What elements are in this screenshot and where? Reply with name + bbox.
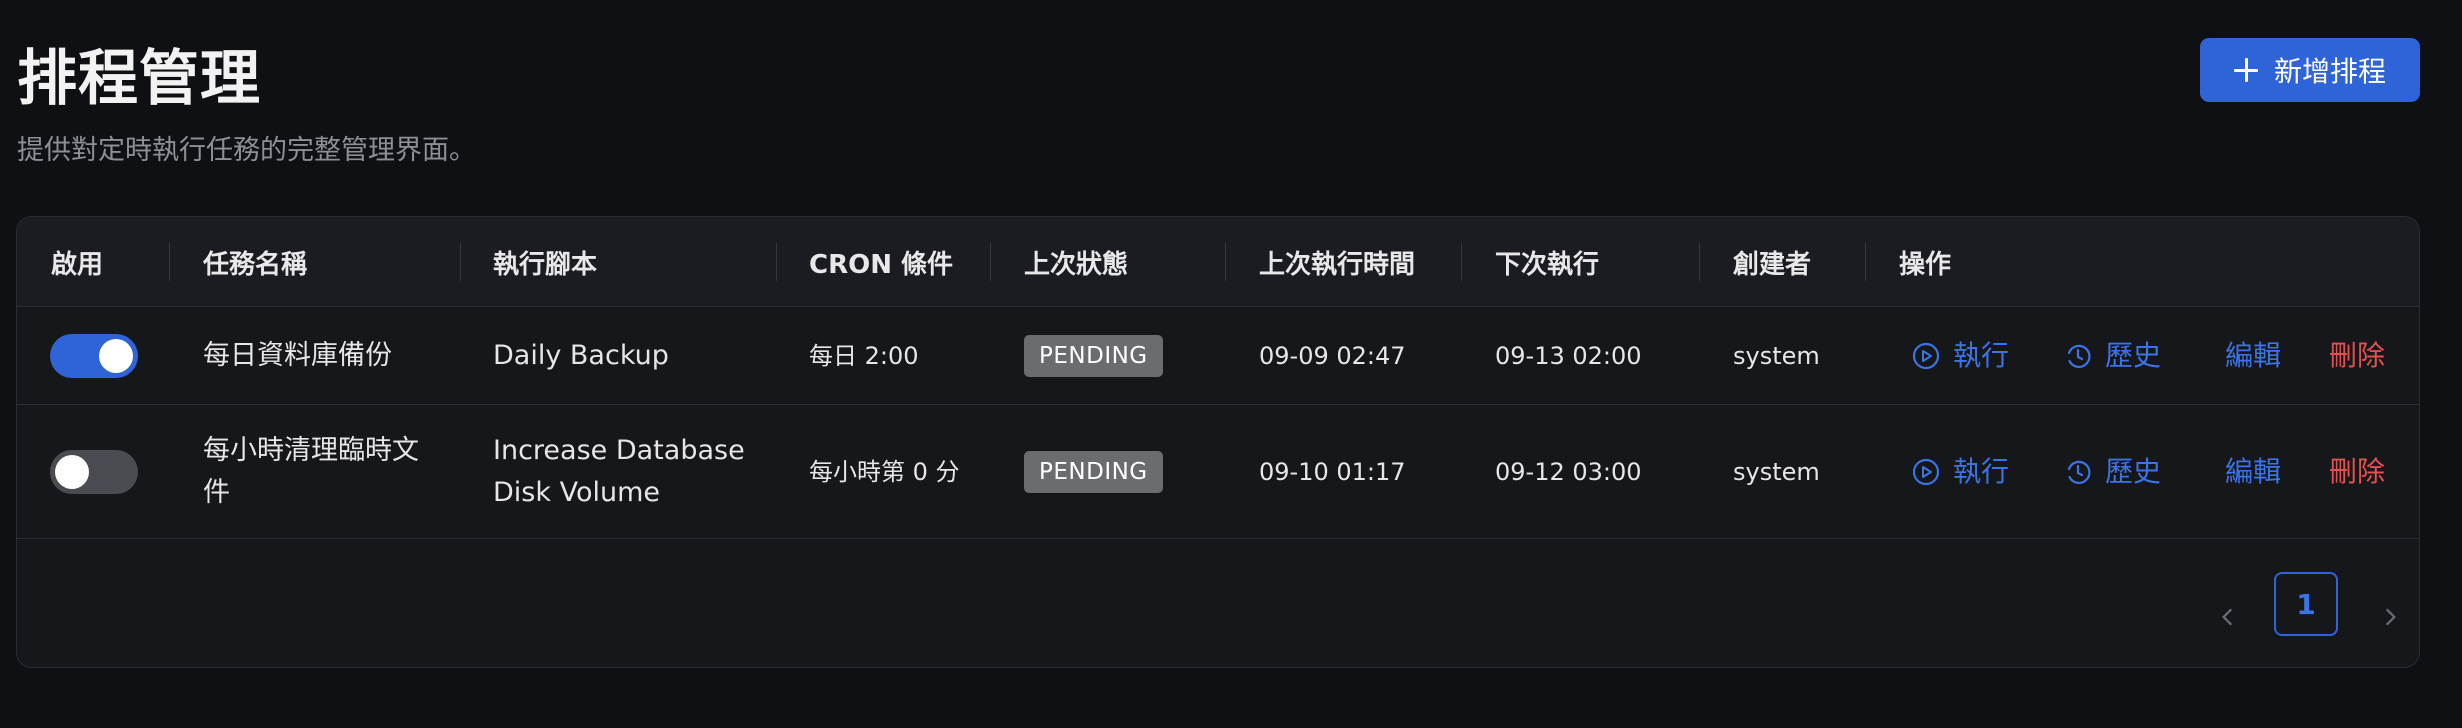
actions-cell: 刪除 [2329, 307, 2385, 404]
edit-label: 編輯 [2225, 338, 2282, 372]
status-cell: PENDING [1024, 307, 1163, 404]
history-label: 歷史 [2105, 454, 2162, 488]
delete-label: 刪除 [2329, 454, 2386, 488]
add-schedule-button[interactable]: 新增排程 [2200, 38, 2420, 102]
delete-button[interactable]: 刪除 [2329, 451, 2385, 493]
enabled-cell [50, 405, 138, 538]
toggle-knob [99, 338, 133, 373]
schedule-page: 排程管理 提供對定時執行任務的完整管理界面。 新增排程 啟用 任務名稱 執行腳本… [0, 0, 2462, 728]
cron-condition: 每日 2:00 [809, 341, 919, 370]
column-header-last-status: 上次狀態 [1024, 249, 1129, 280]
actions-cell: 執行 [1911, 307, 2009, 404]
page-subtitle: 提供對定時執行任務的完整管理界面。 [17, 135, 476, 166]
delete-label: 刪除 [2329, 338, 2386, 372]
chevron-left-icon[interactable] [2217, 601, 2239, 636]
column-header-script: 執行腳本 [493, 249, 598, 280]
script-name: Increase Database Disk Volume [493, 434, 745, 508]
actions-cell: 歷史 [2063, 307, 2161, 404]
run-label: 執行 [1953, 454, 2010, 488]
next-run-time: 09-12 03:00 [1495, 457, 1642, 486]
column-divider [1461, 243, 1462, 281]
actions-cell: 歷史 [2063, 405, 2161, 538]
column-header-actions: 操作 [1899, 249, 1952, 280]
column-header-last-run: 上次執行時間 [1259, 249, 1416, 280]
page-title: 排程管理 [17, 44, 261, 114]
run-button[interactable]: 執行 [1911, 451, 2009, 493]
play-circle-icon [1912, 342, 1940, 369]
enabled-cell [50, 307, 138, 404]
delete-button[interactable]: 刪除 [2329, 335, 2385, 377]
column-header-enabled: 啟用 [51, 249, 104, 280]
column-divider [1225, 243, 1226, 281]
last-run-time: 09-10 01:17 [1259, 457, 1406, 486]
enabled-toggle[interactable] [50, 333, 138, 378]
actions-cell: 刪除 [2329, 405, 2385, 538]
column-divider [1699, 243, 1700, 281]
column-divider [460, 243, 461, 281]
column-header-next-run: 下次執行 [1495, 249, 1600, 280]
toggle-knob [55, 454, 89, 489]
play-circle-icon [1912, 458, 1940, 485]
script-name: Daily Backup [493, 339, 669, 371]
column-divider [990, 243, 991, 281]
last-run-time: 09-09 02:47 [1259, 341, 1406, 370]
status-badge: PENDING [1024, 450, 1163, 493]
status-cell: PENDING [1024, 405, 1163, 538]
history-button[interactable]: 歷史 [2063, 335, 2161, 377]
chevron-right-icon[interactable] [2379, 601, 2401, 636]
creator: system [1733, 457, 1820, 486]
status-badge: PENDING [1024, 334, 1163, 377]
column-divider [169, 243, 170, 281]
creator: system [1733, 341, 1820, 370]
history-button[interactable]: 歷史 [2063, 451, 2161, 493]
table-header: 啟用 任務名稱 執行腳本 CRON 條件 上次狀態 上次執行時間 下次執行 創建… [17, 217, 2419, 307]
column-divider [1865, 243, 1866, 281]
actions-cell: 編輯 [2225, 307, 2281, 404]
history-icon [2067, 344, 2091, 368]
add-schedule-label: 新增排程 [2273, 55, 2386, 88]
column-header-name: 任務名稱 [203, 249, 308, 280]
table-row: 每日資料庫備份 Daily Backup 每日 2:00 PENDING 09-… [17, 307, 2419, 405]
schedule-table: 啟用 任務名稱 執行腳本 CRON 條件 上次狀態 上次執行時間 下次執行 創建… [16, 216, 2420, 668]
next-run-time: 09-13 02:00 [1495, 341, 1642, 370]
table-row: 每小時清理臨時文件 Increase Database Disk Volume … [17, 405, 2419, 539]
task-name: 每日資料庫備份 [203, 339, 392, 371]
column-header-creator: 創建者 [1733, 249, 1812, 280]
edit-button[interactable]: 編輯 [2225, 451, 2281, 493]
history-label: 歷史 [2105, 338, 2162, 372]
column-header-cron: CRON 條件 [809, 249, 954, 280]
edit-label: 編輯 [2225, 454, 2282, 488]
actions-cell: 執行 [1911, 405, 2009, 538]
pagination-page-1[interactable]: 1 [2274, 572, 2338, 636]
run-label: 執行 [1953, 338, 2010, 372]
column-divider [776, 243, 777, 281]
task-name: 每小時清理臨時文件 [203, 434, 419, 508]
cron-condition: 每小時第 0 分 [809, 457, 960, 486]
actions-cell: 編輯 [2225, 405, 2281, 538]
run-button[interactable]: 執行 [1911, 335, 2009, 377]
edit-button[interactable]: 編輯 [2225, 335, 2281, 377]
enabled-toggle[interactable] [50, 449, 138, 494]
history-icon [2067, 460, 2091, 484]
plus-icon [2233, 58, 2258, 82]
